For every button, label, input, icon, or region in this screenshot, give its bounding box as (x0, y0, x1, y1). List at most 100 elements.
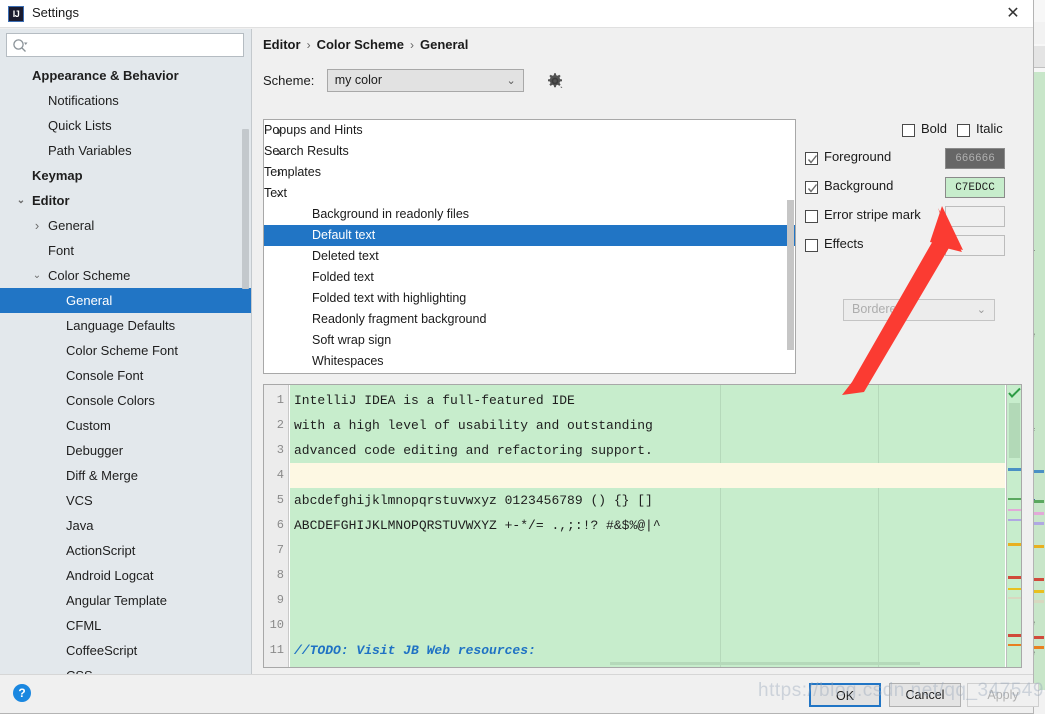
scheme-select[interactable]: my color ⌄ (326, 69, 524, 92)
editor-gutter: 1 2 3 4 5 6 7 8 9 10 11 (264, 385, 289, 667)
color-list-item[interactable]: Deleted text (264, 246, 795, 267)
gear-icon[interactable] (546, 72, 564, 90)
sidebar-item-custom[interactable]: Custom (0, 413, 251, 438)
color-attribute-list[interactable]: › Popups and Hints › Search Results › Templat… (263, 119, 796, 374)
background-checkbox[interactable] (805, 181, 818, 194)
line-number: 10 (269, 618, 284, 632)
color-list-item-label: Default text (312, 228, 376, 242)
sidebar-item-java[interactable]: Java (0, 513, 251, 538)
color-list-item-label: Text (264, 186, 287, 200)
color-list-item[interactable]: Background in readonly files (264, 204, 795, 225)
sidebar-item-css[interactable]: CSS (0, 663, 251, 674)
sidebar-item-color-scheme[interactable]: ⌄ Color Scheme (0, 263, 251, 288)
chevron-down-icon: ⌄ (976, 304, 986, 316)
sidebar-item-label: CSS (66, 663, 93, 674)
sidebar-item-label: Path Variables (48, 143, 132, 158)
color-list-item[interactable]: › Templates (264, 162, 795, 183)
sidebar-item-language-defaults[interactable]: Language Defaults (0, 313, 251, 338)
preview-code-line: abcdefghijklmnopqrstuvwxyz 0123456789 ()… (294, 493, 653, 508)
editor-code-area[interactable]: IntelliJ IDEA is a full-featured IDE with… (290, 385, 1005, 667)
color-list-item[interactable]: › Popups and Hints (264, 120, 795, 141)
sidebar-item-label: Custom (66, 418, 111, 433)
color-list-item[interactable]: Readonly fragment background (264, 309, 795, 330)
color-list-item-label: Deleted text (312, 249, 379, 263)
inspection-ok-icon[interactable] (1008, 387, 1021, 399)
property-row: Effects (805, 232, 1005, 261)
editor-scrollbar-thumb[interactable] (1009, 403, 1020, 458)
help-button[interactable]: ? (13, 684, 31, 702)
color-list-item[interactable]: Folded text with highlighting (264, 288, 795, 309)
sidebar-item-label: Diff & Merge (66, 468, 139, 483)
color-list-item[interactable]: Folded text (264, 267, 795, 288)
background-color-swatch[interactable]: C7EDCC (945, 177, 1005, 198)
chevron-down-icon[interactable]: ⌄ (14, 188, 28, 213)
sidebar-item-label: Android Logcat (66, 568, 154, 583)
sidebar-item-actionscript[interactable]: ActionScript (0, 538, 251, 563)
sidebar-item-font[interactable]: Font (0, 238, 251, 263)
sidebar-item-cfml[interactable]: CFML (0, 613, 251, 638)
color-list-item[interactable]: Whitespaces (264, 351, 795, 372)
bold-checkbox[interactable] (902, 124, 915, 137)
sidebar-item-label: CFML (66, 618, 102, 633)
sidebar-item-label: Java (66, 518, 94, 533)
italic-checkbox[interactable] (957, 124, 970, 137)
effects-color-swatch[interactable] (945, 235, 1005, 256)
color-list-item-label: Readonly fragment background (312, 312, 487, 326)
effects-type-select[interactable]: Bordered ⌄ (843, 299, 995, 321)
sidebar-item-appearance-behavior[interactable]: Appearance & Behavior (0, 63, 251, 88)
effects-checkbox[interactable] (805, 239, 818, 252)
sidebar-item-debugger[interactable]: Debugger (0, 438, 251, 463)
color-list-item[interactable]: Soft wrap sign (264, 330, 795, 351)
error-stripe-mark-color-swatch[interactable] (945, 206, 1005, 227)
search-box[interactable] (6, 33, 244, 57)
scheme-label: Scheme: (263, 73, 315, 88)
sidebar-item-console-font[interactable]: Console Font (0, 363, 251, 388)
breadcrumb-item[interactable]: Color Scheme (317, 37, 404, 52)
sidebar-item-notifications[interactable]: Notifications (0, 88, 251, 113)
sidebar-item-angular-template[interactable]: Angular Template (0, 588, 251, 613)
sidebar-item-quick-lists[interactable]: Quick Lists (0, 113, 251, 138)
sidebar-item-color-scheme-font[interactable]: Color Scheme Font (0, 338, 251, 363)
ok-button[interactable]: OK (809, 683, 881, 707)
chevron-right-icon[interactable]: › (30, 213, 44, 238)
color-list-item[interactable]: ⌄ Text (264, 183, 795, 204)
sidebar-item-general[interactable]: General (0, 288, 251, 313)
editor-error-stripe[interactable] (1006, 385, 1021, 667)
sidebar-item-general[interactable]: › General (0, 213, 251, 238)
search-input[interactable] (33, 34, 241, 56)
color-list-item[interactable]: Default text (264, 225, 795, 246)
dialog-bottom-bar: ? OK Cancel Apply (0, 674, 1039, 713)
stripe-marker (1008, 576, 1021, 579)
font-style-row: Bold Italic (805, 119, 1005, 145)
sidebar-item-coffeescript[interactable]: CoffeeScript (0, 638, 251, 663)
foreground-checkbox[interactable] (805, 152, 818, 165)
sidebar-item-path-variables[interactable]: Path Variables (0, 138, 251, 163)
color-preview-editor[interactable]: 1 2 3 4 5 6 7 8 9 10 11 IntelliJ IDEA is a full-fe… (263, 384, 1022, 668)
sidebar-item-android-logcat[interactable]: Android Logcat (0, 563, 251, 588)
sidebar-scrollbar[interactable] (242, 129, 249, 289)
sidebar-item-label: Quick Lists (48, 118, 112, 133)
sidebar-item-keymap[interactable]: Keymap (0, 163, 251, 188)
stripe-marker (1008, 498, 1021, 500)
chevron-down-icon[interactable]: ⌄ (30, 263, 44, 288)
sidebar-item-label: Appearance & Behavior (32, 68, 179, 83)
sidebar-item-editor[interactable]: ⌄ Editor (0, 188, 251, 213)
breadcrumb-item[interactable]: Editor (263, 37, 301, 52)
apply-button[interactable]: Apply (967, 683, 1039, 707)
sidebar-item-diff-merge[interactable]: Diff & Merge (0, 463, 251, 488)
error-stripe-mark-checkbox[interactable] (805, 210, 818, 223)
close-icon[interactable]: ✕ (1001, 4, 1025, 24)
stripe-marker (1008, 588, 1021, 590)
line-number: 1 (276, 393, 284, 407)
color-list-item[interactable]: › Search Results (264, 141, 795, 162)
foreground-color-swatch[interactable]: 666666 (945, 148, 1005, 169)
bold-label: Bold (921, 121, 948, 136)
color-list-scrollbar[interactable] (787, 200, 794, 350)
sidebar-item-vcs[interactable]: VCS (0, 488, 251, 513)
property-row: Background C7EDCC (805, 174, 1005, 203)
sidebar-item-label: CoffeeScript (66, 643, 138, 658)
cancel-button[interactable]: Cancel (889, 683, 961, 707)
color-list-item-label: Search Results (264, 144, 349, 158)
sidebar-item-console-colors[interactable]: Console Colors (0, 388, 251, 413)
sidebar-item-label: Language Defaults (66, 318, 176, 333)
